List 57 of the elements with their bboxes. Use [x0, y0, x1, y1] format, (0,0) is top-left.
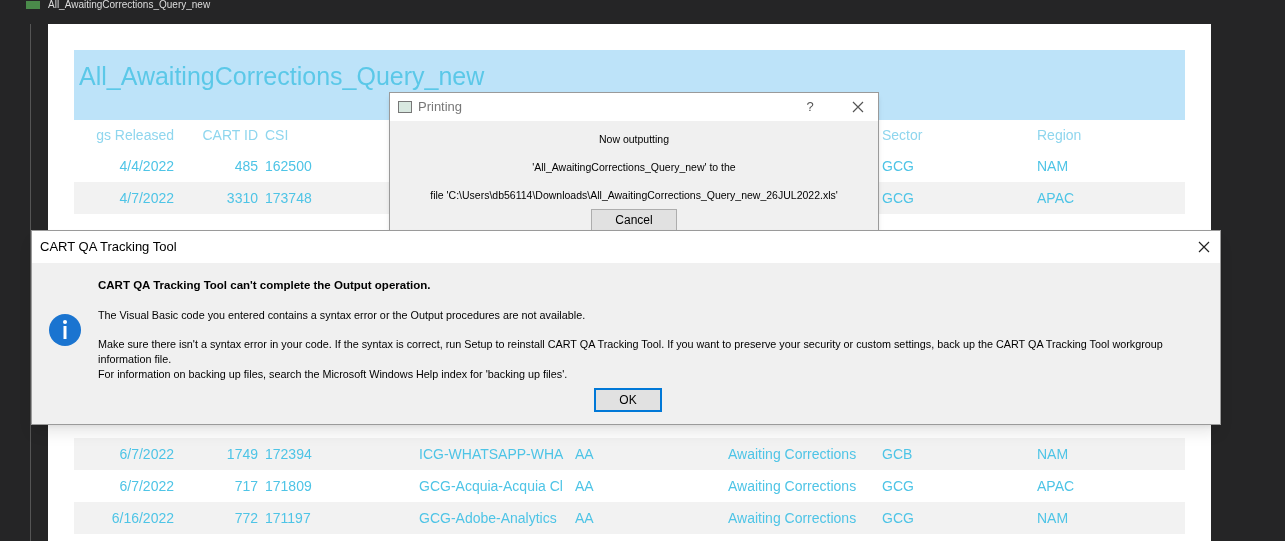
info-icon [48, 313, 82, 347]
table-cell: GCG-Adobe-Analytics [419, 510, 557, 526]
window-title: All_AwaitingCorrections_Query_new [48, 0, 211, 10]
table-cell: 162500 [265, 158, 312, 174]
table-cell: 171197 [265, 510, 311, 526]
column-header: CSI [265, 127, 289, 143]
table-cell: 772 [234, 510, 258, 526]
table-cell: APAC [1037, 478, 1075, 494]
table-cell: GCG [882, 510, 914, 526]
table-cell: 3310 [226, 190, 258, 206]
table-cell: 172394 [265, 446, 312, 462]
ok-button[interactable]: OK [594, 388, 662, 413]
table-cell: GCG [882, 190, 914, 206]
table-cell: 171809 [265, 478, 312, 494]
column-header: gs Released [96, 127, 174, 143]
table-cell: NAM [1037, 510, 1069, 526]
table-cell: GCG [882, 158, 914, 174]
table-cell: AA [575, 446, 594, 462]
table-cell: AA [575, 510, 594, 526]
table-cell: 6/7/2022 [119, 446, 174, 462]
table-cell: NAM [1037, 158, 1069, 174]
table-cell: 717 [234, 478, 258, 494]
table-cell: AA [575, 478, 594, 494]
error-message: Make sure there isn't a syntax error in your code. If the syntax is correct, run Setup to reinstall CART QA Tracking Tool. If you want to preserve your security or custom settings, back up the CART QA Tracking Tool workgroup information file. For information on backing up files, search the Microsoft Windows Help index for 'backing up files'. [98, 337, 1164, 383]
dialog-message: Now outputting [598, 132, 669, 147]
printer-icon [398, 101, 412, 113]
table-cell: 1749 [226, 446, 258, 462]
table-cell: GCG [882, 478, 914, 494]
table-cell: Awaiting Corrections [728, 478, 857, 494]
error-heading: CART QA Tracking Tool can't complete the Output operation. [98, 278, 432, 293]
column-header: Region [1037, 127, 1082, 143]
column-header: CART ID [202, 127, 258, 143]
table-cell: GCB [882, 446, 913, 462]
close-icon[interactable] [1198, 241, 1210, 253]
table-cell: Awaiting Corrections [728, 446, 857, 462]
close-icon[interactable] [852, 101, 864, 113]
table-cell: ICG-WHATSAPP-WHA [419, 446, 564, 462]
table-cell: 4/4/2022 [119, 158, 174, 174]
table-cell: Awaiting Corrections [728, 510, 857, 526]
help-button[interactable]: ? [800, 97, 820, 117]
dialog-title: CART QA Tracking Tool [40, 238, 178, 257]
error-message: The Visual Basic code you entered contains a syntax error or the Output procedures are not available. [98, 308, 587, 324]
cancel-button[interactable]: Cancel [591, 209, 677, 231]
report-title: All_AwaitingCorrections_Query_new [79, 62, 485, 90]
table-cell: 173748 [265, 190, 312, 206]
table-cell: 6/16/2022 [111, 510, 174, 526]
table-cell: NAM [1037, 446, 1069, 462]
dialog-message: file 'C:\Users\db56114\Downloads\All_AwaitingCorrections_Query_new_26JUL2022.xls' [430, 188, 838, 203]
dialog-title: Printing [418, 98, 464, 117]
column-header: Sector [882, 127, 923, 143]
dialog-message: 'All_AwaitingCorrections_Query_new' to the [532, 160, 736, 175]
table-cell: 4/7/2022 [119, 190, 174, 206]
app-icon [26, 1, 40, 9]
table-cell: 485 [234, 158, 258, 174]
table-cell: GCG-Acquia-Acquia Cl [419, 478, 563, 494]
table-cell: APAC [1037, 190, 1075, 206]
table-cell: 6/7/2022 [119, 478, 174, 494]
